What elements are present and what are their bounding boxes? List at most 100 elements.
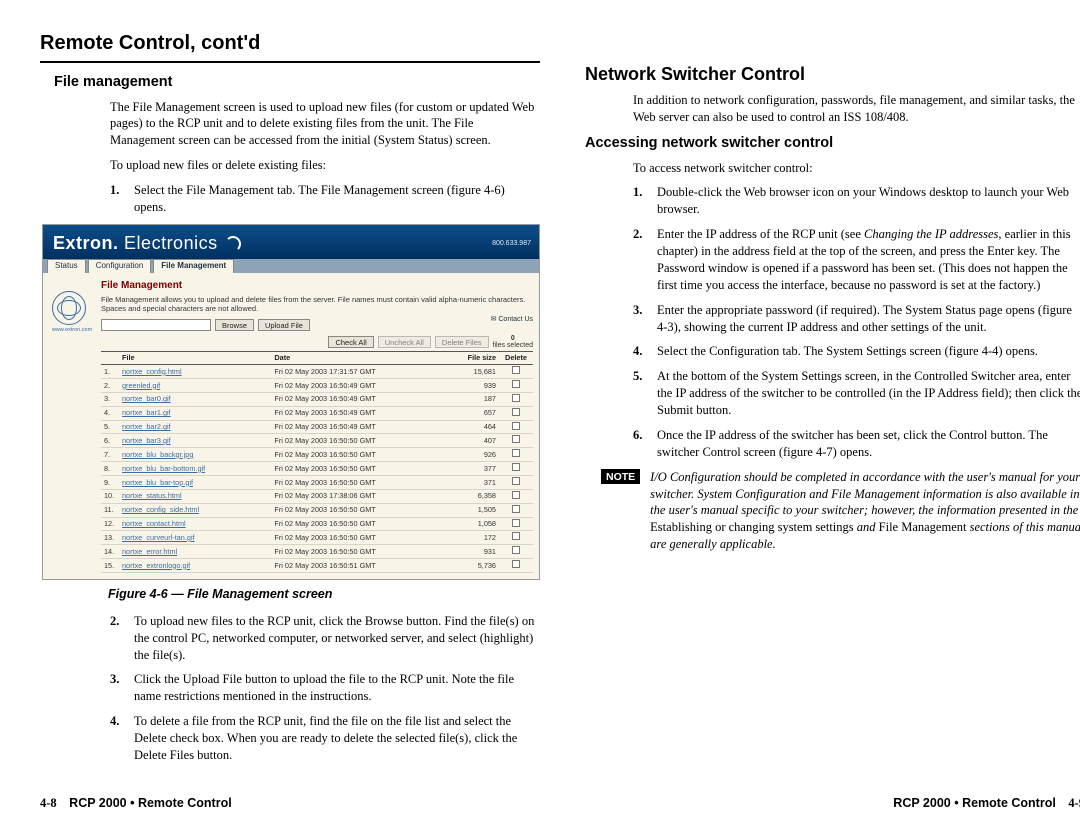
rstep-5: 5.At the bottom of the System Settings s…: [633, 368, 1080, 419]
table-row: 13.nortxe_curveurl-tan.gifFri 02 May 200…: [101, 531, 533, 545]
row-number: 3.: [101, 392, 119, 406]
row-number: 12.: [101, 517, 119, 531]
file-date: Fri 02 May 2003 16:50:49 GMT: [271, 406, 455, 420]
file-date: Fri 02 May 2003 16:50:50 GMT: [271, 448, 455, 462]
table-row: 9.nortxe_blu_bar-top.gifFri 02 May 2003 …: [101, 476, 533, 490]
upload-file-button[interactable]: Upload File: [258, 319, 310, 331]
file-table: File Date File size Delete 1.nortxe_conf…: [101, 351, 533, 573]
table-row: 3.nortxe_bar0.gifFri 02 May 2003 16:50:4…: [101, 392, 533, 406]
delete-checkbox[interactable]: [512, 380, 520, 388]
file-link[interactable]: nortxe_blu_bar-top.gif: [119, 476, 271, 490]
delete-checkbox[interactable]: [512, 463, 520, 471]
file-link[interactable]: nortxe_bar0.gif: [119, 392, 271, 406]
file-link[interactable]: nortxe_extronlogo.gif: [119, 559, 271, 573]
browse-button[interactable]: Browse: [215, 319, 254, 331]
contact-us-link[interactable]: ✉ Contact Us: [491, 315, 533, 324]
figure-header: Extron. Electronics 800.633.987: [43, 225, 539, 259]
file-path-input[interactable]: [101, 319, 211, 331]
delete-checkbox[interactable]: [512, 519, 520, 527]
file-date: Fri 02 May 2003 16:50:50 GMT: [271, 517, 455, 531]
file-size: 407: [455, 434, 499, 448]
delete-cell: [499, 392, 533, 406]
col-file: File: [119, 352, 271, 365]
file-date: Fri 02 May 2003 16:50:50 GMT: [271, 476, 455, 490]
row-number: 5.: [101, 420, 119, 434]
file-link[interactable]: nortxe_status.html: [119, 489, 271, 503]
note-block: NOTE I/O Configuration should be complet…: [601, 469, 1080, 553]
delete-checkbox[interactable]: [512, 449, 520, 457]
step-text: Enter the appropriate password (if requi…: [657, 303, 1072, 334]
row-number: 8.: [101, 462, 119, 476]
row-number: 2.: [101, 379, 119, 393]
file-size: 657: [455, 406, 499, 420]
intro-paragraph: The File Management screen is used to up…: [110, 99, 540, 150]
file-date: Fri 02 May 2003 16:50:50 GMT: [271, 503, 455, 517]
page-number: 4-9: [1068, 796, 1080, 810]
tab-configuration[interactable]: Configuration: [88, 259, 152, 273]
delete-checkbox[interactable]: [512, 560, 520, 568]
delete-checkbox[interactable]: [512, 435, 520, 443]
file-date: Fri 02 May 2003 17:31:57 GMT: [271, 365, 455, 379]
table-row: 2.greenled.gifFri 02 May 2003 16:50:49 G…: [101, 379, 533, 393]
table-row: 11.nortxe_config_side.htmlFri 02 May 200…: [101, 503, 533, 517]
delete-checkbox[interactable]: [512, 477, 520, 485]
upload-controls: Browse Upload File: [101, 319, 533, 331]
delete-cell: [499, 517, 533, 531]
brand-word1: Extron: [53, 233, 113, 253]
col-size: File size: [455, 352, 499, 365]
delete-cell: [499, 379, 533, 393]
delete-checkbox[interactable]: [512, 546, 520, 554]
file-link[interactable]: nortxe_bar2.gif: [119, 420, 271, 434]
delete-checkbox[interactable]: [512, 505, 520, 513]
delete-checkbox[interactable]: [512, 394, 520, 402]
globe-logo-icon: [52, 291, 86, 325]
step-text: Once the IP address of the switcher has …: [657, 428, 1048, 459]
row-number: 6.: [101, 434, 119, 448]
figure-sidebar: www.extron.com: [43, 273, 101, 579]
delete-checkbox[interactable]: [512, 491, 520, 499]
file-link[interactable]: greenled.gif: [119, 379, 271, 393]
section-network-switcher: Network Switcher Control: [585, 62, 1080, 86]
file-date: Fri 02 May 2003 16:50:49 GMT: [271, 420, 455, 434]
step-4: 4.To delete a file from the RCP unit, fi…: [110, 713, 540, 764]
file-link[interactable]: nortxe_curveurl-tan.gif: [119, 531, 271, 545]
lead-in: To upload new files or delete existing f…: [110, 157, 540, 174]
file-size: 1,058: [455, 517, 499, 531]
delete-checkbox[interactable]: [512, 532, 520, 540]
table-row: 15.nortxe_extronlogo.gifFri 02 May 2003 …: [101, 559, 533, 573]
file-date: Fri 02 May 2003 16:50:50 GMT: [271, 462, 455, 476]
file-link[interactable]: nortxe_blu_bar-bottom.gif: [119, 462, 271, 476]
tab-file-management[interactable]: File Management: [153, 259, 234, 273]
step-text: Select the Configuration tab. The System…: [657, 344, 1038, 358]
table-row: 7.nortxe_blu_backgr.jpgFri 02 May 2003 1…: [101, 448, 533, 462]
table-row: 5.nortxe_bar2.gifFri 02 May 2003 16:50:4…: [101, 420, 533, 434]
delete-checkbox[interactable]: [512, 366, 520, 374]
footer-right: RCP 2000 • Remote Control 4-9: [585, 795, 1080, 812]
file-link[interactable]: nortxe_config.html: [119, 365, 271, 379]
subsection-accessing: Accessing network switcher control: [585, 134, 1080, 154]
step-1: 1.Select the File Management tab. The Fi…: [110, 182, 540, 216]
file-link[interactable]: nortxe_config_side.html: [119, 503, 271, 517]
brand-word2: Electronics: [124, 233, 218, 253]
delete-files-button[interactable]: Delete Files: [435, 336, 489, 348]
uncheck-all-button[interactable]: Uncheck All: [378, 336, 431, 348]
delete-cell: [499, 406, 533, 420]
file-link[interactable]: nortxe_bar1.gif: [119, 406, 271, 420]
figure-phone: 800.633.987: [492, 239, 531, 248]
file-link[interactable]: nortxe_bar3.gif: [119, 434, 271, 448]
file-size: 939: [455, 379, 499, 393]
file-date: Fri 02 May 2003 16:50:50 GMT: [271, 434, 455, 448]
note-text: I/O Configuration should be completed in…: [650, 469, 1080, 553]
file-link[interactable]: nortxe_blu_backgr.jpg: [119, 448, 271, 462]
delete-checkbox[interactable]: [512, 408, 520, 416]
file-link[interactable]: nortxe_contact.html: [119, 517, 271, 531]
delete-checkbox[interactable]: [512, 422, 520, 430]
step-text: Select the File Management tab. The File…: [134, 183, 505, 214]
delete-cell: [499, 559, 533, 573]
file-link[interactable]: nortxe_error.html: [119, 545, 271, 559]
figure-brand: Extron. Electronics: [53, 231, 529, 255]
tab-status[interactable]: Status: [47, 259, 86, 273]
swoosh-icon: [225, 236, 241, 252]
check-all-button[interactable]: Check All: [328, 336, 373, 348]
file-date: Fri 02 May 2003 16:50:49 GMT: [271, 392, 455, 406]
